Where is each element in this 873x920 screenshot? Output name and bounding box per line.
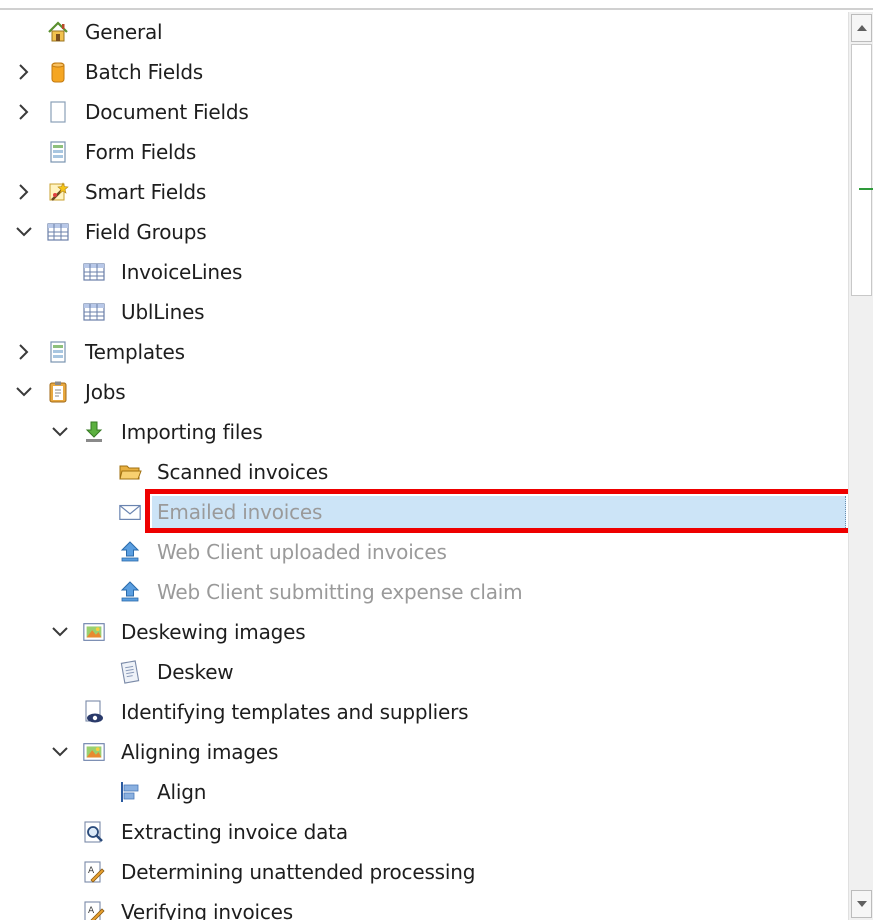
image-icon [82, 740, 106, 764]
align-icon [118, 780, 142, 804]
tree-item-general[interactable]: General [0, 12, 848, 52]
tree-item-emailed-invoices[interactable]: Emailed invoices [0, 492, 848, 532]
collapse-toggle[interactable] [50, 742, 70, 762]
tree-item-label: Verifying invoices [121, 900, 294, 920]
download-icon [82, 420, 106, 444]
tree-item-document-fields[interactable]: Document Fields [0, 92, 848, 132]
chevron-down-icon [16, 227, 32, 237]
tree-item-label: Smart Fields [85, 180, 207, 204]
tree-item-label: Deskew [157, 660, 234, 684]
settings-tree[interactable]: General Batch Fields Document Fields Form F… [0, 12, 848, 920]
arrow-down-icon [856, 901, 867, 907]
expand-toggle[interactable] [14, 182, 34, 202]
scroll-position-marker [859, 188, 873, 190]
tree-item-templates[interactable]: Templates [0, 332, 848, 372]
tree-item-invoicelines[interactable]: InvoiceLines [0, 252, 848, 292]
collapse-toggle[interactable] [14, 222, 34, 242]
envelope-icon [118, 500, 142, 524]
page-icon [118, 660, 142, 684]
arrow-up-icon [856, 25, 867, 31]
document-icon [46, 100, 70, 124]
tree-item-label: Jobs [85, 380, 126, 404]
tree-item-label: Extracting invoice data [121, 820, 348, 844]
chevron-right-icon [19, 104, 29, 120]
tree-item-web-client-expense[interactable]: Web Client submitting expense claim [0, 572, 848, 612]
clipboard-icon [46, 380, 70, 404]
tree-item-jobs[interactable]: Jobs [0, 372, 848, 412]
pen-document-icon: A [82, 900, 106, 920]
collapse-toggle[interactable] [50, 622, 70, 642]
tree-item-label: InvoiceLines [121, 260, 243, 284]
tree-item-label: Web Client uploaded invoices [157, 540, 447, 564]
magic-wand-icon [46, 180, 70, 204]
tree-item-label: Templates [85, 340, 185, 364]
image-icon [82, 620, 106, 644]
tree-item-web-client-uploaded[interactable]: Web Client uploaded invoices [0, 532, 848, 572]
table-icon [82, 260, 106, 284]
scroll-down-button[interactable] [851, 890, 872, 918]
expand-toggle[interactable] [14, 102, 34, 122]
tree-item-label: Web Client submitting expense claim [157, 580, 523, 604]
upload-icon [118, 540, 142, 564]
form-icon [46, 140, 70, 164]
upload-icon [118, 580, 142, 604]
tree-item-label: Align [157, 780, 207, 804]
tree-item-label: Deskewing images [121, 620, 306, 644]
tree-item-label: Form Fields [85, 140, 197, 164]
table-icon [82, 300, 106, 324]
tree-item-label: General [85, 20, 163, 44]
form-icon [46, 340, 70, 364]
tree-item-label: UblLines [121, 300, 205, 324]
eye-document-icon [82, 700, 106, 724]
tree-item-extracting-invoice-data[interactable]: Extracting invoice data [0, 812, 848, 852]
scroll-thumb[interactable] [851, 44, 872, 296]
chevron-down-icon [52, 427, 68, 437]
tree-item-label: Identifying templates and suppliers [121, 700, 469, 724]
tree-item-label: Scanned invoices [157, 460, 329, 484]
chevron-right-icon [19, 64, 29, 80]
tree-item-deskewing-images[interactable]: Deskewing images [0, 612, 848, 652]
chevron-down-icon [52, 627, 68, 637]
tree-item-scanned-invoices[interactable]: Scanned invoices [0, 452, 848, 492]
tree-item-label: Aligning images [121, 740, 279, 764]
tree-item-aligning-images[interactable]: Aligning images [0, 732, 848, 772]
svg-text:A: A [88, 866, 95, 876]
tree-item-field-groups[interactable]: Field Groups [0, 212, 848, 252]
tree-item-label: Importing files [121, 420, 263, 444]
tree-item-identifying-templates[interactable]: Identifying templates and suppliers [0, 692, 848, 732]
tree-item-ubllines[interactable]: UblLines [0, 292, 848, 332]
tree-item-label: Emailed invoices [157, 500, 323, 524]
expand-toggle[interactable] [14, 62, 34, 82]
magnifier-document-icon [82, 820, 106, 844]
tree-item-importing-files[interactable]: Importing files [0, 412, 848, 452]
vertical-scrollbar[interactable] [848, 12, 873, 920]
chevron-down-icon [16, 387, 32, 397]
folder-icon [118, 460, 142, 484]
tree-item-verifying-invoices[interactable]: A Verifying invoices [0, 892, 848, 920]
chevron-down-icon [52, 747, 68, 757]
tree-item-label: Document Fields [85, 100, 249, 124]
tree-item-determining-unattended[interactable]: A Determining unattended processing [0, 852, 848, 892]
table-icon [46, 220, 70, 244]
tree-item-label: Batch Fields [85, 60, 204, 84]
svg-text:A: A [88, 906, 95, 916]
chevron-right-icon [19, 184, 29, 200]
tree-item-deskew[interactable]: Deskew [0, 652, 848, 692]
tree-item-form-fields[interactable]: Form Fields [0, 132, 848, 172]
home-icon [46, 20, 70, 44]
expand-toggle[interactable] [14, 342, 34, 362]
tree-item-batch-fields[interactable]: Batch Fields [0, 52, 848, 92]
collapse-toggle[interactable] [50, 422, 70, 442]
top-border [0, 8, 873, 10]
scroll-up-button[interactable] [851, 14, 872, 42]
tree-item-label: Field Groups [85, 220, 207, 244]
tree-item-label: Determining unattended processing [121, 860, 476, 884]
pen-document-icon: A [82, 860, 106, 884]
tree-item-smart-fields[interactable]: Smart Fields [0, 172, 848, 212]
tree-item-align[interactable]: Align [0, 772, 848, 812]
collapse-toggle[interactable] [14, 382, 34, 402]
chevron-right-icon [19, 344, 29, 360]
database-icon [46, 60, 70, 84]
